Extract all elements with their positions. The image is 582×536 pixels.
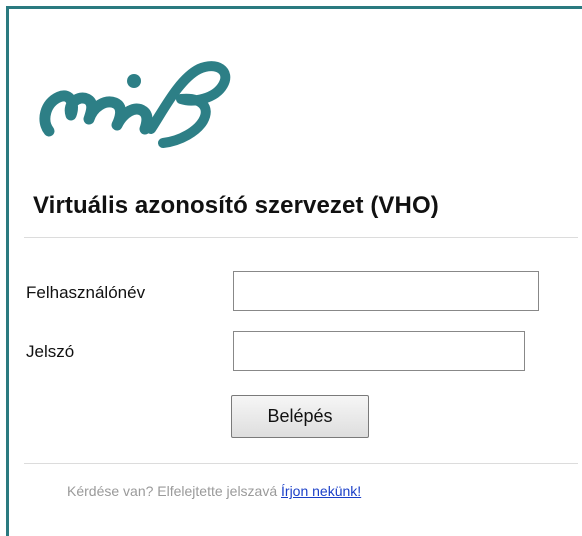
help-text: Kérdése van? Elfelejtette jelszavá Írjon… [67,483,361,499]
contact-link[interactable]: Írjon nekünk! [281,483,361,499]
username-field[interactable] [233,271,539,311]
password-label: Jelszó [26,342,75,361]
login-button[interactable]: Belépés [231,395,369,438]
divider [24,463,578,464]
page-title: Virtuális azonosító szervezet (VHO) [33,192,439,219]
password-field[interactable] [233,331,525,371]
help-question: Kérdése van? Elfelejtette jelszavá [67,483,282,499]
divider [24,237,578,238]
username-label: Felhasználónév [26,283,146,302]
mif-logo [39,61,231,148]
